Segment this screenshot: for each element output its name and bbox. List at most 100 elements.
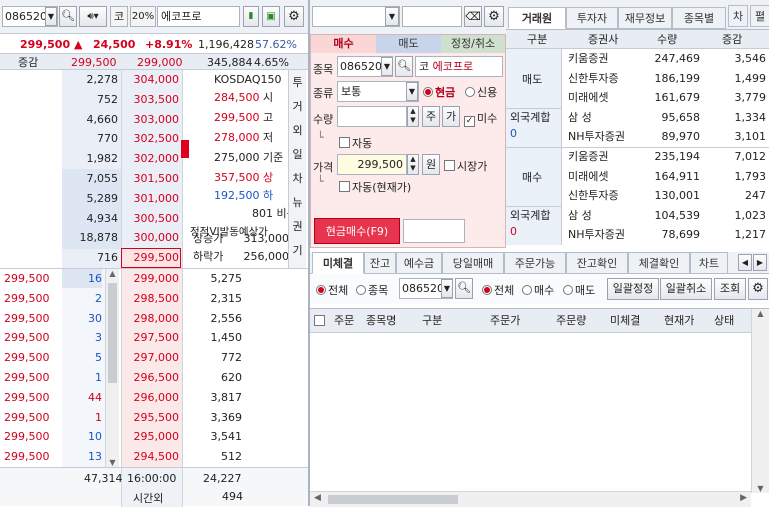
qty-stepper[interactable]: ▲ ▼ [407,106,419,127]
bid-price[interactable]: 296,000 [121,388,180,408]
side-tab[interactable]: 뉴 [289,192,306,214]
shares-button[interactable]: 주 [422,106,440,127]
bid-side: ▲ ▼ 299,500 16 299,000 5,275 299,500 2 29… [0,268,308,467]
ask-price[interactable]: 303,500 [121,90,180,110]
bid-price[interactable]: 297,000 [121,348,180,368]
password-input[interactable] [402,6,462,27]
pending-gear-icon[interactable]: ⚙ [748,278,768,300]
order-price-input[interactable]: 299,500 [337,154,407,175]
up-arrow-icon: ▲ [74,38,83,51]
pending-col-header: 주문 [334,314,355,327]
pending-tab[interactable]: 차트 [690,252,728,274]
pending-tab[interactable]: 잔고확인 [566,252,628,274]
pending-code-dropdown[interactable]: ▼ [441,279,453,298]
ask-price[interactable]: 300,000 [121,228,180,248]
tick-price: 299,500 [4,371,50,384]
tab-buy[interactable]: 매수 [311,35,376,53]
ask-price[interactable]: 302,000 [121,149,180,169]
gear-icon[interactable]: ⚙ [284,6,304,27]
ask-price[interactable]: 301,000 [121,189,180,209]
tick-price: 299,500 [4,291,50,305]
tab-scroll-right[interactable]: ▶ [753,254,767,271]
bid-price[interactable]: 299,000 [121,269,180,289]
tab-modify-cancel[interactable]: 정정/취소 [441,35,505,53]
broker-change: 1,217 [734,228,767,242]
code-dropdown-button[interactable]: ▼ [45,7,57,26]
side-tab[interactable]: 일 [289,144,306,166]
query-button[interactable]: 조회 [714,278,746,300]
auto-current-checkbox[interactable]: 자동(현재가) [339,179,411,195]
account-dropdown-button[interactable]: ▼ [385,7,399,26]
chart-icon[interactable]: ▮ [243,6,259,27]
side-buy-radio[interactable]: 매수 [522,282,554,298]
search-icon[interactable]: 🔍︎ [59,6,77,27]
bid-price[interactable]: 294,500 [121,447,180,467]
ask-side: 2,278 304,000 752 303,500 4,660 303,000 770… [0,70,308,268]
cash-buy-button[interactable]: 현금매수(F9) [314,218,400,244]
tab-investor[interactable]: 투자자 [566,7,618,29]
order-code-dropdown[interactable]: ▼ [381,57,393,76]
ask-price[interactable]: 304,000 [121,70,180,90]
bulk-cancel-button[interactable]: 일괄취소 [660,278,712,300]
order-gear-icon[interactable]: ⚙ [484,6,504,27]
side-sell-radio[interactable]: 매도 [563,282,595,298]
bid-price[interactable]: 295,000 [121,427,180,447]
bid-price[interactable]: 295,500 [121,408,180,428]
memo-icon[interactable]: ▣ [262,6,280,27]
pending-tab[interactable]: 미체결 [312,252,364,274]
bulk-modify-button[interactable]: 일괄정정 [607,278,659,300]
side-tab[interactable]: 차 [289,168,306,190]
pending-tab[interactable]: 주문가능 [504,252,566,274]
tab-financial[interactable]: 재무정보 [618,7,672,29]
market-price-checkbox[interactable]: 시장가 [444,158,487,174]
side-tab[interactable]: 외 [289,120,306,142]
filter-stock-radio[interactable]: 종목 [356,282,388,298]
side-tab[interactable]: 투 [289,72,306,94]
ask-price[interactable]: 302,500 [121,129,180,149]
tab-scroll-left[interactable]: ◀ [738,254,752,271]
side-tab[interactable]: 기 [289,240,306,262]
pending-tab[interactable]: 당일매매 [442,252,504,274]
ask-price[interactable]: 299,500 [121,248,180,268]
bid-price[interactable]: 298,000 [121,309,180,329]
bid-price[interactable]: 298,500 [121,289,180,309]
credit-radio[interactable]: 신용 [465,84,497,100]
side-tab[interactable]: 거 [289,96,306,118]
bid-price[interactable]: 296,500 [121,368,180,388]
eraser-icon[interactable]: ⌫ [464,6,482,27]
price-stepper[interactable]: ▲ ▼ [407,154,419,175]
tick-qty: 16 [88,272,102,285]
ask-price[interactable]: 301,500 [121,169,180,189]
total-bid: 24,227 [203,472,242,485]
qty-input[interactable] [337,106,407,127]
ask-price[interactable]: 303,000 [121,110,180,130]
select-all-checkbox[interactable] [314,315,327,328]
margin-checkbox[interactable]: ✓ 미수 [464,110,497,127]
ask-price[interactable]: 300,500 [121,209,180,229]
tab-sell[interactable]: 매도 [376,35,441,53]
pending-hscroll[interactable]: ◀ ▶ [310,491,751,507]
tab-broker[interactable]: 거래원 [508,7,566,29]
broker-change: 1,023 [734,208,767,222]
side-all-radio[interactable]: 전체 [482,282,514,298]
bid-price[interactable]: 297,500 [121,328,180,348]
order-search-icon[interactable]: 🔍︎ [395,56,413,77]
cash-radio[interactable]: 현금 [423,84,455,100]
filter-all-radio[interactable]: 전체 [316,282,348,298]
tab-by-stock[interactable]: 종목별 [672,7,726,29]
pending-tab[interactable]: 체결확인 [628,252,690,274]
available-button[interactable]: 가 [442,106,460,127]
pending-tab[interactable]: 잔고 [364,252,396,274]
auto-checkbox[interactable]: 자동 [339,135,372,151]
order-extra-field[interactable] [403,219,465,243]
won-button[interactable]: 원 [422,154,440,175]
order-type-dropdown[interactable]: ▼ [406,82,418,101]
tab-chart-short[interactable]: 차 [728,5,748,27]
pending-vscroll[interactable]: ▲ ▼ [751,309,769,493]
pending-search-icon[interactable]: 🔍︎ [455,278,473,299]
side-tab[interactable]: 권 [289,216,306,238]
tab-expand[interactable]: 펼 [750,5,769,27]
pending-tab[interactable]: 예수금 [396,252,442,274]
tick-scrollbar[interactable]: ▲ ▼ [105,269,119,467]
speaker-icon[interactable]: 🔊︎▾ [79,6,107,27]
